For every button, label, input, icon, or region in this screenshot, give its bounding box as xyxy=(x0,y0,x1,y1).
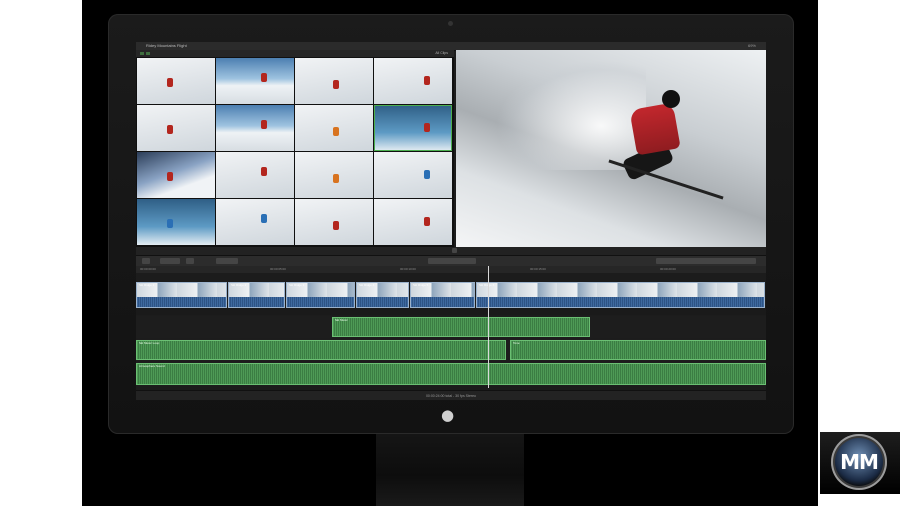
audio-clip-label: Ski Music xyxy=(335,318,348,322)
video-clip[interactable]: Ski Ridge 3 xyxy=(286,282,355,308)
clip-thumbnail[interactable] xyxy=(295,58,373,104)
skier-figure xyxy=(261,120,267,129)
skier-figure xyxy=(261,73,267,82)
clip-thumbnail[interactable] xyxy=(216,105,294,151)
apple-logo-icon: ● xyxy=(441,406,455,424)
skier-jacket xyxy=(629,102,681,156)
snow-spray xyxy=(496,60,646,170)
audio-clip[interactable]: Ski Music xyxy=(332,317,590,337)
ruler-tick: 00:00:20:00 xyxy=(660,267,676,271)
audio-clip[interactable]: Atmosphere Sound xyxy=(136,363,766,385)
skier-figure xyxy=(424,217,430,226)
skier-figure xyxy=(424,170,430,179)
edit-tool-icon[interactable] xyxy=(186,258,194,264)
clip-thumbnail[interactable] xyxy=(374,152,452,198)
audio-clip-label: Tone xyxy=(513,341,520,345)
skier-figure xyxy=(333,221,339,230)
audio-clip-label: Atmosphere Sound xyxy=(139,364,165,368)
video-clip-label: Ski Ridge 5 xyxy=(413,283,429,287)
clip-thumbnail[interactable] xyxy=(295,152,373,198)
status-bar: 00:00:24:00 total - 30 fps Stereo xyxy=(136,390,766,400)
playback-controls[interactable] xyxy=(428,258,476,264)
skier-figure xyxy=(167,78,173,87)
clip-thumbnail[interactable] xyxy=(374,105,452,151)
video-clip[interactable]: Ski Ridge 4 xyxy=(356,282,409,308)
viewer[interactable] xyxy=(456,50,766,247)
logo-text: MM xyxy=(840,450,879,474)
skier-figure xyxy=(261,167,267,176)
photos-icon[interactable] xyxy=(146,52,150,55)
clip-thumbnail[interactable] xyxy=(374,199,452,245)
app-screen: Ridey Mountains Flight 69% All Clips 00:… xyxy=(136,42,766,400)
clip-thumbnail[interactable] xyxy=(137,105,215,151)
browser-filter[interactable]: All Clips xyxy=(435,50,448,57)
monitor-stand xyxy=(376,430,524,506)
skier-figure xyxy=(261,214,267,223)
monitor: Ridey Mountains Flight 69% All Clips 00:… xyxy=(108,14,794,434)
clip-waveform xyxy=(357,297,408,307)
clip-thumbnail[interactable] xyxy=(137,199,215,245)
audio-clip-label: Ski Music Loop xyxy=(139,341,160,345)
clip-browser-grid xyxy=(136,57,454,247)
clip-thumbnail[interactable] xyxy=(295,105,373,151)
skier-figure xyxy=(333,80,339,89)
playhead[interactable] xyxy=(488,266,489,388)
clip-waveform xyxy=(477,297,764,307)
browser-toolbar: All Clips xyxy=(136,50,454,57)
index-button[interactable] xyxy=(142,258,150,264)
clip-thumbnail[interactable] xyxy=(295,199,373,245)
skier-figure xyxy=(333,174,339,183)
play-icon[interactable] xyxy=(452,248,457,253)
video-clip-label: Ski Ridge 2 xyxy=(231,283,247,287)
audio-lane-3: Atmosphere Sound xyxy=(136,362,766,386)
clip-navigation[interactable] xyxy=(160,258,180,264)
skier-helmet xyxy=(662,90,680,108)
video-clip-label: Ski Ridge 6 xyxy=(479,283,495,287)
camera-dot xyxy=(448,21,453,26)
ruler-tick: 00:00:10:00 xyxy=(400,267,416,271)
skier-figure xyxy=(424,76,430,85)
video-clip[interactable]: Ski Ridge 2 xyxy=(228,282,285,308)
ruler-tick: 00:00:05:00 xyxy=(270,267,286,271)
skier-figure xyxy=(167,219,173,228)
clip-waveform xyxy=(411,297,474,307)
clip-waveform xyxy=(287,297,354,307)
viewer-controls xyxy=(136,247,766,255)
ruler-tick: 00:00:15:00 xyxy=(530,267,546,271)
clip-thumbnail[interactable] xyxy=(137,152,215,198)
effects-buttons[interactable] xyxy=(656,258,756,264)
skier-figure xyxy=(333,127,339,136)
clip-thumbnail[interactable] xyxy=(137,58,215,104)
zoom-indicator[interactable]: 69% xyxy=(748,42,756,50)
mm-logo: MM xyxy=(820,432,900,494)
insert-buttons[interactable] xyxy=(216,258,238,264)
audio-lane-2: Ski Music Loop Tone xyxy=(136,339,766,361)
video-clip[interactable]: Ski Ridge 6 xyxy=(476,282,765,308)
ski xyxy=(608,159,724,200)
video-clip[interactable]: Ski Ridge 5 xyxy=(410,282,475,308)
video-clip-label: Ski Ridge 3 xyxy=(289,283,305,287)
video-clip-label: Ski Ridge 4 xyxy=(359,283,375,287)
clip-thumbnail[interactable] xyxy=(216,199,294,245)
window-title: Ridey Mountains Flight xyxy=(146,43,187,48)
video-track: Ski Ridge 1 Ski Ridge 2 Ski Ridge 3 Ski Rid… xyxy=(136,282,766,315)
skier-figure xyxy=(167,125,173,134)
clip-thumbnail[interactable] xyxy=(374,58,452,104)
clip-thumbnail[interactable] xyxy=(216,152,294,198)
timeline-ruler[interactable]: 00:00:00:00 00:00:05:00 00:00:10:00 00:00:1… xyxy=(136,266,766,273)
audio-lane-1: Ski Music xyxy=(136,316,766,338)
clip-waveform xyxy=(137,297,226,307)
video-clip-label: Ski Ridge 1 xyxy=(139,283,155,287)
audio-clip[interactable]: Ski Music Loop xyxy=(136,340,506,360)
skier-figure xyxy=(424,123,430,132)
video-clip[interactable]: Ski Ridge 1 xyxy=(136,282,227,308)
skier-figure xyxy=(167,172,173,181)
library-icon[interactable] xyxy=(140,52,144,55)
ruler-tick: 00:00:00:00 xyxy=(140,267,156,271)
clip-waveform xyxy=(229,297,284,307)
clip-thumbnail[interactable] xyxy=(216,58,294,104)
audio-clip[interactable]: Tone xyxy=(510,340,766,360)
timeline-duration: 00:00:24:00 total - 30 fps Stereo xyxy=(425,394,476,398)
